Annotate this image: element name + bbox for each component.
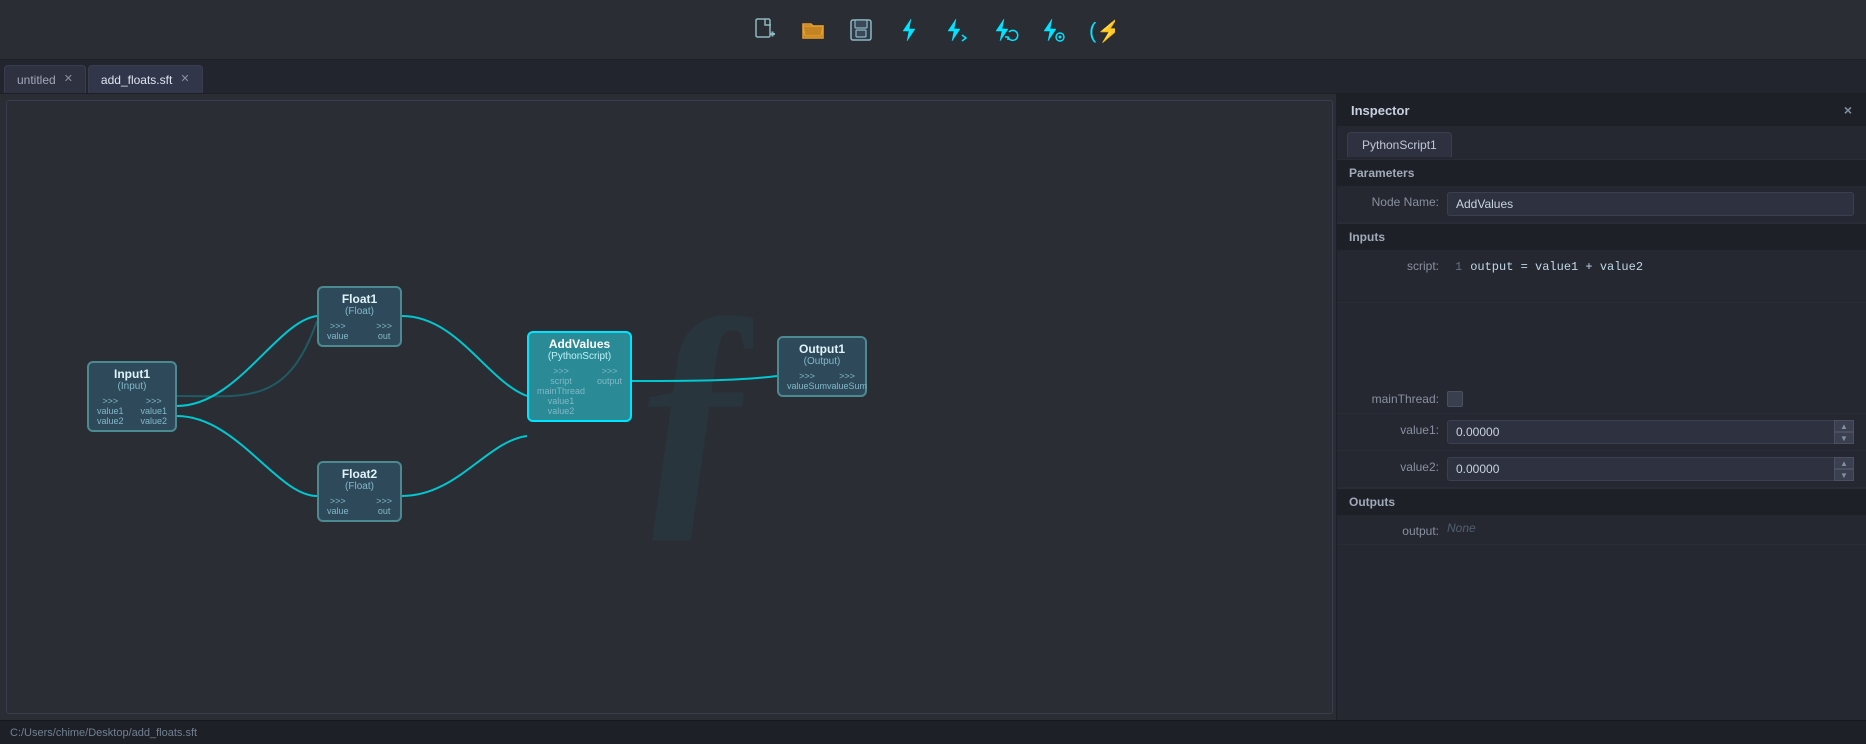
node-float1-port-in: >>>value xyxy=(327,321,349,341)
node-output1-port-out: >>>valueSum xyxy=(827,371,867,391)
tab-add-floats-close[interactable]: ✕ xyxy=(180,74,189,85)
inspector-value1-spinner: ▲ ▼ xyxy=(1834,420,1854,444)
node-float2-port-out: >>>out xyxy=(376,496,392,516)
run-icon[interactable] xyxy=(891,12,927,48)
inspector-node-name-label: Node Name: xyxy=(1349,192,1439,209)
node-output1-port-in: >>>valueSum xyxy=(787,371,827,391)
node-input1-port-value1-out: >>>value1value2 xyxy=(140,396,167,426)
inspector-mainthread-checkbox[interactable] xyxy=(1447,391,1463,407)
inspector-value2-down[interactable]: ▼ xyxy=(1834,469,1854,481)
inspector-value2-up[interactable]: ▲ xyxy=(1834,457,1854,469)
tabs-row: untitled ✕ add_floats.sft ✕ xyxy=(0,60,1866,94)
inspector-value2-input-row: ▲ ▼ xyxy=(1447,457,1854,481)
inspector-row-value1: value1: ▲ ▼ xyxy=(1337,414,1866,451)
inspector-section-parameters: Parameters xyxy=(1337,159,1866,186)
node-float2-port-in: >>>value xyxy=(327,496,349,516)
inspector-header: Inspector × xyxy=(1337,94,1866,126)
node-float2-type: (Float) xyxy=(327,481,392,492)
node-output1[interactable]: Output1 (Output) >>>valueSum >>>valueSum xyxy=(777,336,867,397)
inspector-row-mainthread: mainThread: xyxy=(1337,383,1866,414)
inspector-row-script: script: 1 output = value1 + value2 xyxy=(1337,250,1866,303)
inspector-close-button[interactable]: × xyxy=(1844,102,1852,118)
tab-untitled-close[interactable]: ✕ xyxy=(64,74,73,85)
inspector-value1-down[interactable]: ▼ xyxy=(1834,432,1854,444)
node-addvalues[interactable]: AddValues (PythonScript) >>>scriptmainTh… xyxy=(527,331,632,422)
inspector-value2-label: value2: xyxy=(1349,457,1439,474)
node-output1-title: Output1 xyxy=(787,342,857,356)
new-file-icon[interactable] xyxy=(747,12,783,48)
tab-untitled-label: untitled xyxy=(17,73,56,87)
tab-add-floats[interactable]: add_floats.sft ✕ xyxy=(88,65,203,93)
run-step-icon[interactable] xyxy=(939,12,975,48)
node-addvalues-title: AddValues xyxy=(537,337,622,351)
inspector-section-inputs: Inputs xyxy=(1337,223,1866,250)
inspector-title: Inspector xyxy=(1351,103,1410,118)
inspector-output-value: None xyxy=(1447,521,1476,535)
inspector-node-name-value[interactable]: AddValues xyxy=(1447,192,1854,216)
open-folder-icon[interactable] xyxy=(795,12,831,48)
node-float1-port-out: >>>out xyxy=(376,321,392,341)
inspector-value2-spinner: ▲ ▼ xyxy=(1834,457,1854,481)
node-float1-type: (Float) xyxy=(327,306,392,317)
inspector-tab[interactable]: PythonScript1 xyxy=(1347,132,1452,157)
node-float1[interactable]: Float1 (Float) >>>value >>>out xyxy=(317,286,402,347)
node-input1-port-value1-in: >>>value1value2 xyxy=(97,396,124,426)
node-input1[interactable]: Input1 (Input) >>>value1value2 >>>value1… xyxy=(87,361,177,432)
run-refresh-icon[interactable] xyxy=(987,12,1023,48)
run-gear-icon[interactable] xyxy=(1035,12,1071,48)
node-addvalues-ports-in: >>>scriptmainThreadvalue1value2 xyxy=(537,366,585,416)
code-text: output = value1 + value2 xyxy=(1470,260,1643,274)
inspector-script-code[interactable]: 1 output = value1 + value2 xyxy=(1447,256,1854,296)
canvas-watermark: ƒ xyxy=(628,246,768,569)
tab-untitled[interactable]: untitled ✕ xyxy=(4,65,86,93)
inspector-value1-up[interactable]: ▲ xyxy=(1834,420,1854,432)
inspector-value1-label: value1: xyxy=(1349,420,1439,437)
node-float1-title: Float1 xyxy=(327,292,392,306)
inspector-output-label: output: xyxy=(1349,521,1439,538)
save-icon[interactable] xyxy=(843,12,879,48)
inspector-section-outputs: Outputs xyxy=(1337,488,1866,515)
toolbar: (⚡) xyxy=(0,0,1866,60)
inspector-value1-input-row: ▲ ▼ xyxy=(1447,420,1854,444)
node-addvalues-type: (PythonScript) xyxy=(537,351,622,362)
inspector-value1-input[interactable] xyxy=(1447,420,1854,444)
node-input1-title: Input1 xyxy=(97,367,167,381)
run-loop-icon[interactable]: (⚡) xyxy=(1083,12,1119,48)
status-path: C:/Users/chime/Desktop/add_floats.sft xyxy=(10,727,197,739)
node-addvalues-ports-out: >>>output xyxy=(597,366,622,386)
node-float2-title: Float2 xyxy=(327,467,392,481)
inspector-row-value2: value2: ▲ ▼ xyxy=(1337,451,1866,488)
code-line-number: 1 xyxy=(1455,260,1462,274)
tab-add-floats-label: add_floats.sft xyxy=(101,73,172,87)
inspector-mainthread-label: mainThread: xyxy=(1349,389,1439,406)
inspector-row-node-name: Node Name: AddValues xyxy=(1337,186,1866,223)
canvas-area[interactable]: ƒ Input1 (Input) >>>value1value2 >>>valu… xyxy=(6,100,1333,714)
main-area: ƒ Input1 (Input) >>>value1value2 >>>valu… xyxy=(0,94,1866,720)
node-input1-type: (Input) xyxy=(97,381,167,392)
node-float2[interactable]: Float2 (Float) >>>value >>>out xyxy=(317,461,402,522)
status-bar: C:/Users/chime/Desktop/add_floats.sft xyxy=(0,720,1866,744)
inspector-spacer xyxy=(1337,303,1866,383)
canvas-connections xyxy=(7,101,1332,713)
inspector-script-label: script: xyxy=(1349,256,1439,273)
inspector-value2-input[interactable] xyxy=(1447,457,1854,481)
svg-text:(⚡): (⚡) xyxy=(1089,18,1115,44)
node-output1-type: (Output) xyxy=(787,356,857,367)
inspector-row-output: output: None xyxy=(1337,515,1866,545)
inspector-panel: Inspector × PythonScript1 Parameters Nod… xyxy=(1336,94,1866,720)
